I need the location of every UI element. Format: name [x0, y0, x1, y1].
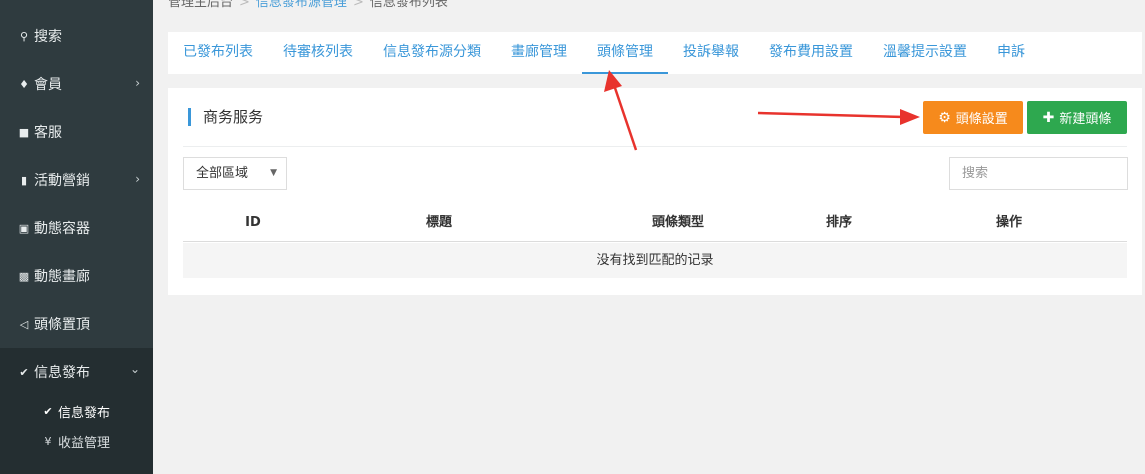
sidebar-item-label: 動態容器	[34, 221, 90, 237]
sidebar-subitem-revenue[interactable]: ¥ 收益管理	[0, 426, 153, 456]
breadcrumb-current: 信息發布列表	[369, 0, 448, 10]
sidebar-item-customer-service[interactable]: ■ 客服	[0, 108, 153, 156]
caret-down-icon: ▼	[270, 168, 277, 178]
tab-bar: 已發布列表 待審核列表 信息發布源分類 畫廊管理 頭條管理 投訴舉報 發布費用設…	[168, 32, 1142, 74]
new-headline-button[interactable]: ✚ 新建頭條	[1027, 101, 1127, 134]
sidebar-subitem-filler	[0, 456, 153, 474]
sidebar-item-label: 客服	[34, 125, 62, 141]
sidebar-item-label: 動態畫廊	[34, 269, 90, 285]
tab-tips-settings[interactable]: 溫馨提示設置	[868, 32, 982, 74]
headline-settings-label: 頭條設置	[955, 112, 1008, 127]
tab-headline-management[interactable]: 頭條管理	[582, 32, 668, 74]
sidebar-item-label: 搜索	[34, 29, 62, 45]
divider	[183, 146, 1127, 147]
sidebar-item-headline-top[interactable]: ◁ 頭條置頂	[0, 300, 153, 348]
bookmark-icon: ▮	[20, 173, 28, 187]
sidebar-item-info-publish[interactable]: ✔ 信息發布 ⌄	[0, 348, 153, 396]
column-header-title[interactable]: 標題	[389, 203, 489, 242]
column-header-actions: 操作	[995, 215, 1022, 230]
sidebar-item-label: 活動營銷	[34, 173, 90, 189]
chevron-right-icon: ›	[135, 76, 140, 90]
sidebar-item-search[interactable]: ⚲ 搜索	[0, 12, 153, 60]
breadcrumb-separator: >	[239, 0, 250, 10]
breadcrumb: 管理主后台 > 信息發布源管理 > 信息發布列表	[168, 0, 448, 10]
chat-icon: ■	[18, 125, 30, 139]
sidebar-item-label: 會員	[34, 77, 62, 93]
sidebar-subitem-label: 收益管理	[58, 435, 111, 451]
sidebar-item-label: 頭條置頂	[34, 317, 90, 333]
sidebar: ⚲ 搜索 ♦ 會員 › ■ 客服 ▮ 活動營銷 › ▣ 動態容器 ▩ 動態畫廊 …	[0, 0, 153, 474]
table-header: ID 標題 頭條類型 排序 操作	[183, 203, 1127, 242]
sidebar-item-dynamic-container[interactable]: ▣ 動態容器	[0, 204, 153, 252]
yen-icon: ¥	[44, 434, 52, 448]
sidebar-item-members[interactable]: ♦ 會員 ›	[0, 60, 153, 108]
check-edit-icon: ✔	[43, 404, 53, 418]
column-header-sort[interactable]: 排序	[789, 203, 889, 242]
sidebar-subitem-info-publish[interactable]: ✔ 信息發布	[0, 396, 153, 426]
breadcrumb-middle[interactable]: 信息發布源管理	[256, 0, 347, 10]
tab-publish-fee-settings[interactable]: 發布費用設置	[754, 32, 868, 74]
volume-icon: ◁	[19, 317, 29, 331]
sidebar-item-marketing[interactable]: ▮ 活動營銷 ›	[0, 156, 153, 204]
tab-pending-review[interactable]: 待審核列表	[268, 32, 368, 74]
sidebar-subitem-label: 信息發布	[58, 405, 111, 421]
search-icon: ⚲	[19, 29, 29, 43]
table-empty-row: 没有找到匹配的记录	[183, 243, 1127, 278]
column-header-id[interactable]: ID	[203, 203, 303, 242]
chevron-down-icon: ⌄	[129, 362, 140, 376]
headline-settings-button[interactable]: ⚙ 頭條設置	[923, 101, 1023, 134]
plus-icon: ✚	[1042, 109, 1055, 126]
breadcrumb-root[interactable]: 管理主后台	[168, 0, 233, 10]
tab-appeals[interactable]: 申訴	[982, 32, 1040, 74]
bell-icon: ♦	[19, 77, 29, 91]
search-input[interactable]	[949, 157, 1128, 190]
panel-title: 商务服务	[188, 108, 263, 126]
breadcrumb-separator: >	[352, 0, 364, 10]
check-edit-icon: ✔	[19, 365, 29, 379]
sidebar-item-gallery[interactable]: ▩ 動態畫廊	[0, 252, 153, 300]
gear-icon: ⚙	[938, 109, 951, 126]
new-headline-label: 新建頭條	[1059, 112, 1112, 127]
tab-complaints[interactable]: 投訴舉報	[668, 32, 754, 74]
tab-published-list[interactable]: 已發布列表	[168, 32, 268, 74]
tab-source-category[interactable]: 信息發布源分類	[368, 32, 496, 74]
tab-gallery-management[interactable]: 畫廊管理	[496, 32, 582, 74]
main-panel: 商务服务 ⚙ 頭條設置 ✚ 新建頭條 全部區域 ▼ ID 標題 頭條類型 排序 …	[168, 88, 1142, 295]
column-header-headline-type[interactable]: 頭條類型	[613, 203, 743, 242]
chevron-right-icon: ›	[135, 172, 140, 186]
region-select-value: 全部區域	[196, 166, 249, 181]
sidebar-item-label: 信息發布	[34, 365, 90, 381]
region-select[interactable]: 全部區域 ▼	[183, 157, 287, 190]
inbox-icon: ▣	[18, 221, 30, 235]
image-icon: ▩	[18, 269, 30, 283]
